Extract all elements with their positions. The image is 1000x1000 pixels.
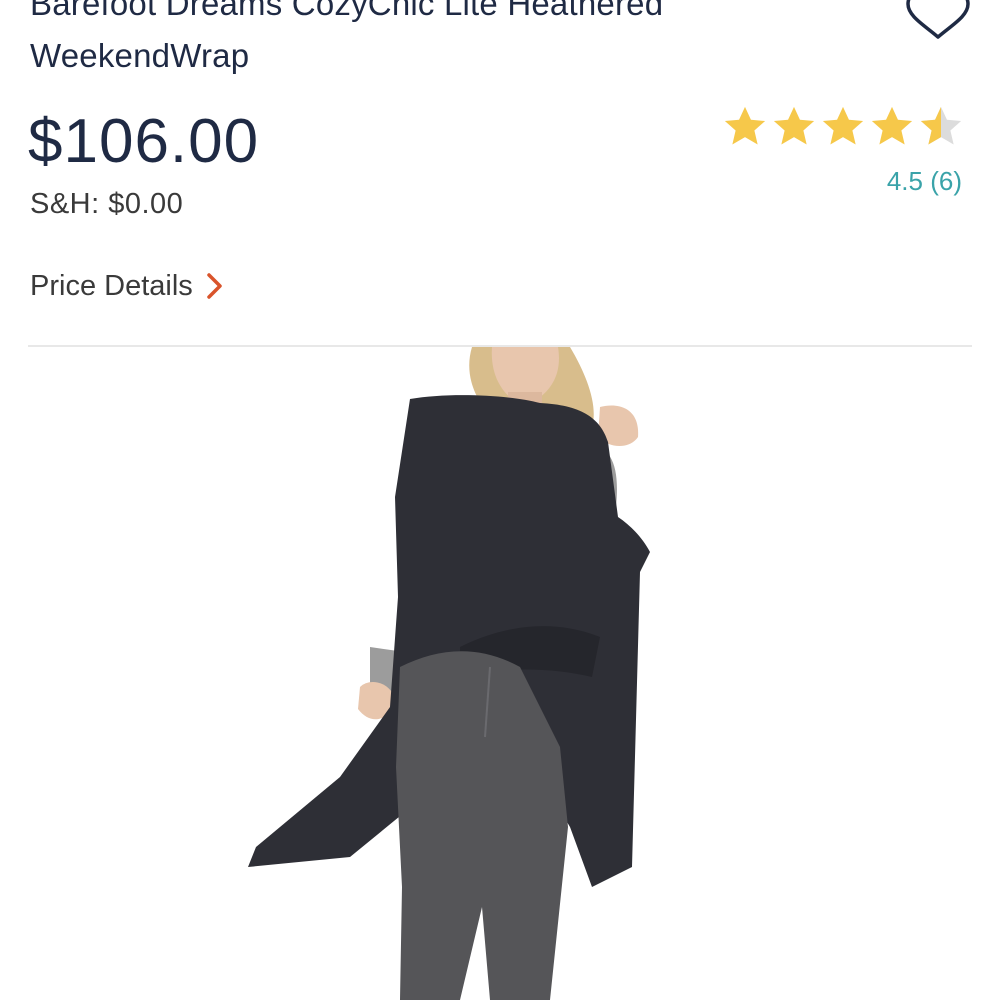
product-image[interactable] bbox=[220, 347, 680, 1000]
star-icon bbox=[724, 106, 766, 145]
product-page: Barefoot Dreams CozyChic Lite Heathered … bbox=[0, 0, 1000, 1000]
favorite-button[interactable] bbox=[902, 0, 974, 44]
rating-stars bbox=[722, 104, 964, 150]
product-price: $106.00 bbox=[28, 107, 260, 176]
product-title-line-1: Barefoot Dreams CozyChic Lite Heathered bbox=[30, 0, 664, 22]
product-title-line-2: WeekendWrap bbox=[30, 37, 250, 74]
star-icon bbox=[822, 106, 864, 145]
product-title: Barefoot Dreams CozyChic Lite Heathered … bbox=[30, 0, 850, 82]
star-half-icon bbox=[920, 106, 962, 145]
star-icon bbox=[871, 106, 913, 145]
chevron-right-icon bbox=[207, 273, 222, 299]
heart-outline-icon bbox=[906, 0, 970, 39]
rating-widget[interactable]: 4.5 (6) bbox=[718, 104, 964, 204]
price-details-link[interactable]: Price Details bbox=[30, 268, 225, 304]
price-details-label: Price Details bbox=[30, 270, 193, 302]
star-icon bbox=[773, 106, 815, 145]
rating-count-link[interactable]: 4.5 (6) bbox=[887, 166, 962, 197]
shipping-price: S&H: $0.00 bbox=[30, 188, 184, 220]
